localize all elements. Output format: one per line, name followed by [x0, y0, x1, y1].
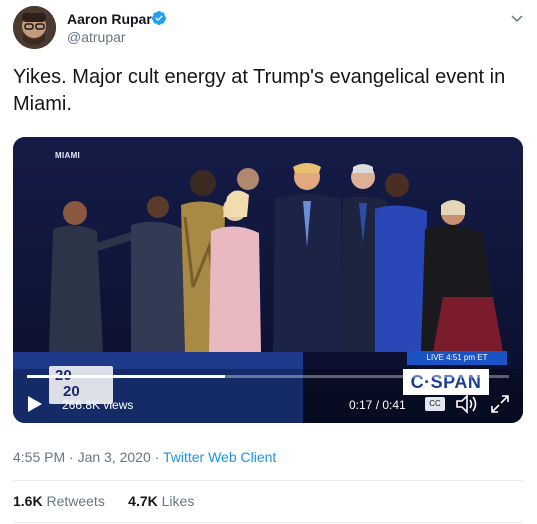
location-label: MIAMI — [55, 151, 81, 160]
video-progress-fill — [27, 375, 225, 378]
fullscreen-icon[interactable] — [490, 394, 510, 414]
play-icon[interactable] — [27, 395, 43, 413]
volume-icon[interactable] — [455, 394, 479, 414]
verified-badge-icon — [151, 11, 166, 25]
divider — [13, 480, 523, 481]
divider — [13, 522, 523, 523]
tweet-text: Yikes. Major cult energy at Trump's evan… — [13, 66, 506, 115]
chevron-down-icon[interactable] — [509, 10, 525, 26]
network-logo: C·SPAN — [403, 369, 489, 395]
retweets-count: 1.6K — [13, 493, 43, 509]
likes-label: Likes — [157, 493, 195, 509]
author-handle[interactable]: @atrupar — [67, 29, 126, 45]
tweet-meta: 4:55 PM · Jan 3, 2020 · Twitter Web Clie… — [13, 449, 276, 465]
tweet-timestamp[interactable]: 4:55 PM · Jan 3, 2020 · — [13, 449, 163, 465]
retweets-label: Retweets — [42, 493, 105, 509]
live-time-badge: LIVE 4:51 pm ET — [407, 351, 507, 365]
author-name[interactable]: Aaron Rupar — [67, 11, 152, 27]
video-time: 0:17 / 0:41 — [349, 398, 406, 412]
retweets-stat[interactable]: 1.6K Retweets — [13, 493, 105, 509]
video-player[interactable]: MIAMI LIVE 4:51 pm ET C·SPAN 20 20 266.8… — [13, 137, 523, 423]
tweet-client-link[interactable]: Twitter Web Client — [163, 449, 276, 465]
likes-count: 4.7K — [128, 493, 158, 509]
video-progress-bar[interactable] — [27, 375, 509, 378]
captions-button[interactable]: CC — [425, 397, 445, 411]
view-count: 266.8K views — [62, 398, 134, 412]
tweet-stats: 1.6K Retweets 4.7K Likes — [13, 493, 194, 509]
avatar[interactable] — [13, 6, 56, 49]
likes-stat[interactable]: 4.7K Likes — [128, 493, 194, 509]
tweet-card: Aaron Rupar @atrupar Yikes. Major cult e… — [0, 0, 537, 524]
